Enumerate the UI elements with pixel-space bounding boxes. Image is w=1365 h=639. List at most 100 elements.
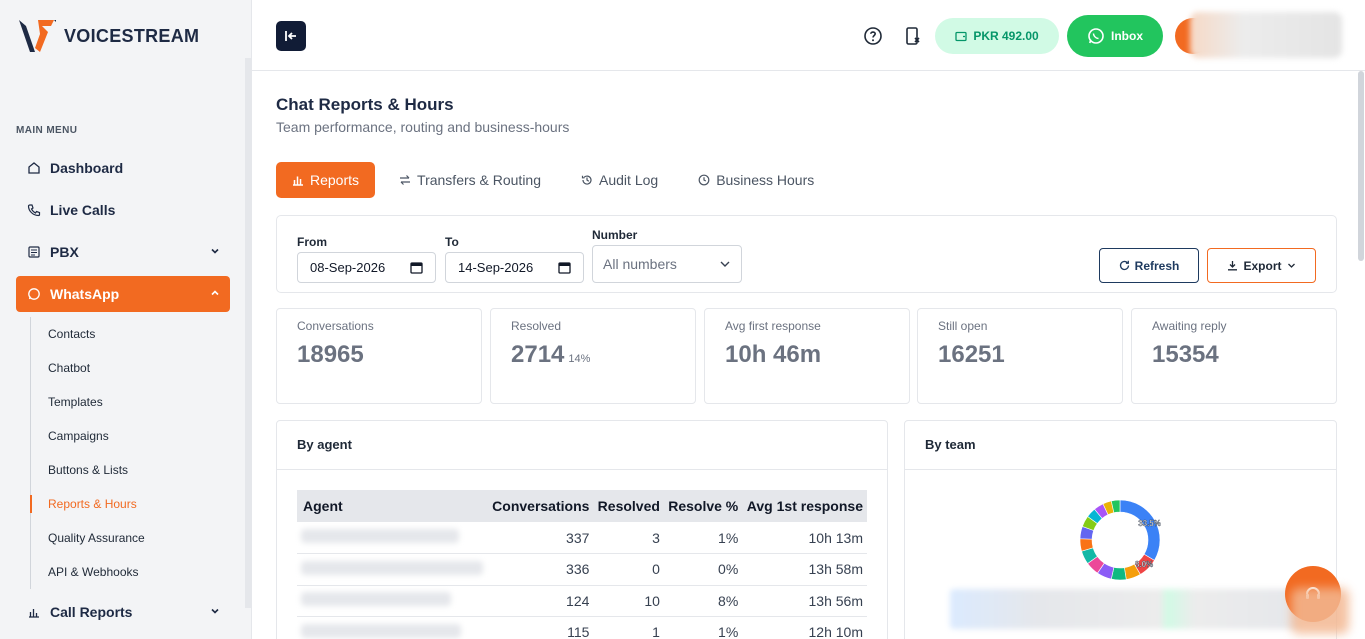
cell-avg-first-response: 12h 10m [742, 616, 867, 639]
bar-chart-icon [293, 176, 303, 186]
device-icon[interactable] [903, 26, 923, 51]
page-scrollbar[interactable] [1357, 71, 1365, 639]
stat-label: Resolved [511, 319, 562, 333]
sidebar-subitem-quality-assurance[interactable]: Quality Assurance [31, 521, 230, 555]
sidebar-item-dashboard[interactable]: Dashboard [16, 150, 230, 186]
export-label: Export [1243, 258, 1282, 273]
cell-resolve-pct: 1% [663, 616, 743, 639]
chevron-down-icon [720, 261, 730, 267]
user-menu[interactable] [1190, 12, 1342, 58]
tab-bar: Reports Transfers & Routing Audit Log Bu… [276, 162, 838, 198]
sidebar-item-whatsapp[interactable]: WhatsApp [16, 276, 230, 312]
balance-badge[interactable]: PKR 492.00 [935, 18, 1059, 54]
sidebar-subitem-label: Reports & Hours [48, 497, 137, 511]
column-header-resolve-pct[interactable]: Resolve % [663, 490, 743, 522]
agent-name-redacted [297, 553, 488, 586]
sidebar-subitem-templates[interactable]: Templates [31, 385, 230, 419]
calendar-icon [558, 262, 571, 274]
stat-value: 2714 14% [511, 341, 590, 369]
sidebar-subitem-label: Templates [48, 395, 103, 409]
agent-name-redacted [297, 585, 488, 617]
table-header-row: Agent Conversations Resolved Resolve % A… [297, 490, 867, 522]
sidebar-scrollbar[interactable] [245, 58, 251, 608]
collapse-sidebar-button[interactable] [276, 21, 306, 51]
fab-overlay-redacted [1291, 588, 1349, 634]
stat-card-avg-first-response: Avg first response 10h 46m [704, 308, 910, 404]
sidebar-subitem-reports-hours[interactable]: Reports & Hours [30, 487, 230, 521]
tab-audit-log[interactable]: Audit Log [565, 162, 674, 198]
inbox-label: Inbox [1111, 29, 1143, 43]
tab-label: Business Hours [716, 172, 815, 188]
column-header-resolved[interactable]: Resolved [593, 490, 664, 522]
donut-slice-label: 8.0% [1135, 560, 1153, 569]
stat-value: 15354 [1152, 341, 1219, 369]
download-icon [1228, 261, 1238, 271]
team-donut-chart[interactable]: 33.5% 8.0% [1075, 495, 1165, 585]
tab-transfers-routing[interactable]: Transfers & Routing [383, 162, 557, 198]
panel-title: By agent [297, 437, 352, 452]
cell-resolved: 10 [593, 585, 664, 617]
wallet-icon [955, 31, 967, 42]
stat-card-awaiting-reply: Awaiting reply 15354 [1131, 308, 1337, 404]
cell-conversations: 115 [487, 616, 594, 639]
sidebar-item-pbx[interactable]: PBX [16, 234, 230, 270]
from-date-input[interactable]: 08-Sep-2026 [297, 252, 436, 283]
help-icon[interactable] [863, 26, 883, 51]
tab-reports[interactable]: Reports [276, 162, 376, 198]
home-icon [26, 160, 42, 176]
sidebar-subitem-campaigns[interactable]: Campaigns [31, 419, 230, 453]
cell-resolved: 0 [593, 553, 664, 586]
sidebar: VOICESTREAM MAIN MENU Dashboard Live Cal… [0, 0, 252, 639]
stat-label: Awaiting reply [1152, 319, 1227, 333]
scrollbar-thumb[interactable] [1358, 71, 1364, 261]
sidebar-subitem-api-webhooks[interactable]: API & Webhooks [31, 555, 230, 589]
chevron-down-icon [210, 246, 220, 259]
inbox-button[interactable]: Inbox [1067, 15, 1163, 57]
main-content: Chat Reports & Hours Team performance, r… [252, 71, 1357, 639]
number-label: Number [592, 228, 638, 242]
cell-avg-first-response: 13h 56m [742, 585, 867, 617]
sidebar-item-live-calls[interactable]: Live Calls [16, 192, 230, 228]
sidebar-item-label: Live Calls [50, 202, 116, 218]
donut-slice[interactable] [1119, 499, 1161, 561]
table-row[interactable]: 124 10 8% 13h 56m [297, 585, 867, 617]
refresh-button[interactable]: Refresh [1099, 248, 1199, 283]
redacted-text [301, 560, 483, 575]
column-header-agent[interactable]: Agent [297, 490, 488, 522]
filter-bar: From 08-Sep-2026 To 14-Sep-2026 Number A… [276, 215, 1337, 293]
redacted-text [301, 592, 451, 607]
cell-resolved: 1 [593, 616, 664, 639]
stat-value: 16251 [938, 341, 1005, 369]
export-button[interactable]: Export [1207, 248, 1316, 283]
menu-heading: MAIN MENU [16, 125, 78, 136]
tab-label: Reports [310, 172, 360, 188]
sidebar-subitem-buttons-lists[interactable]: Buttons & Lists [31, 453, 230, 487]
to-date-input[interactable]: 14-Sep-2026 [445, 252, 584, 283]
table-row[interactable]: 336 0 0% 13h 58m [297, 553, 867, 586]
column-header-avg-first-response[interactable]: Avg 1st response [742, 490, 867, 522]
sidebar-subitem-chatbot[interactable]: Chatbot [31, 351, 230, 385]
cell-conversations: 336 [487, 553, 594, 586]
chevron-up-icon [210, 288, 220, 301]
sidebar-subitem-label: Chatbot [48, 361, 91, 375]
number-select[interactable]: All numbers [592, 245, 742, 283]
team-donut-chart-container: 33.5% 8.0% [1075, 495, 1165, 590]
logo[interactable]: VOICESTREAM [18, 18, 199, 54]
voicestream-logo-icon [19, 20, 56, 52]
column-header-conversations[interactable]: Conversations [487, 490, 594, 522]
table-row[interactable]: 115 1 1% 12h 10m [297, 616, 867, 639]
table-row[interactable]: 337 3 1% 10h 13m [297, 522, 867, 554]
clock-icon [698, 174, 710, 186]
by-team-panel: By team 33.5% 8.0% [904, 420, 1337, 639]
sidebar-item-call-reports[interactable]: Call Reports [16, 594, 230, 630]
page-title: Chat Reports & Hours [276, 95, 454, 114]
history-icon [581, 175, 592, 185]
sidebar-item-label: PBX [50, 244, 79, 260]
chart-icon [26, 604, 42, 620]
whatsapp-icon [1088, 28, 1104, 44]
sidebar-subitem-contacts[interactable]: Contacts [31, 317, 230, 351]
collapse-arrow-icon [285, 31, 296, 41]
phone-icon [26, 202, 42, 218]
tab-business-hours[interactable]: Business Hours [682, 162, 830, 198]
stat-value: 18965 [297, 341, 364, 369]
